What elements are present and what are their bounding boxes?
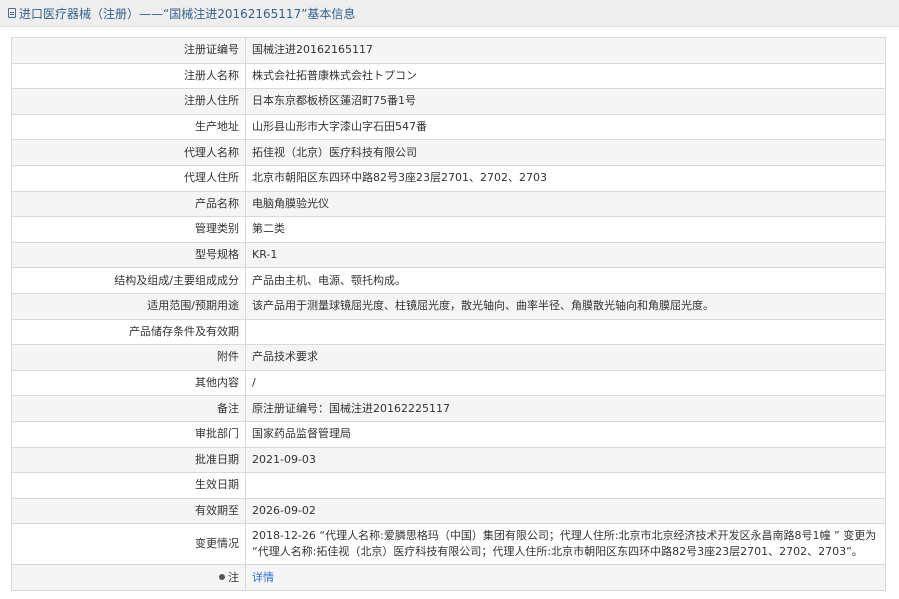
field-label: 产品储存条件及有效期 <box>11 318 246 346</box>
field-value: 2018-12-26 “代理人名称:爱膦思格玛（中国）集团有限公司；代理人住所:… <box>245 523 886 566</box>
field-value: 株式会社拓普康株式会社トプコン <box>245 62 886 90</box>
row-other-content: 其他内容 / <box>11 369 886 397</box>
field-label: 其他内容 <box>11 369 246 397</box>
row-agent-name: 代理人名称 拓佳视（北京）医疗科技有限公司 <box>11 139 886 166</box>
field-value: KR-1 <box>245 241 886 269</box>
row-note: 注 详情 <box>11 564 886 591</box>
field-value: 日本东京都板桥区蓮沼町75番1号 <box>245 88 886 115</box>
field-label: 型号规格 <box>11 241 246 269</box>
row-approval-date: 批准日期 2021-09-03 <box>11 446 886 474</box>
row-approval-department: 审批部门 国家药品监督管理局 <box>11 420 886 448</box>
field-value: 山形县山形市大字漆山字石田547番 <box>245 113 886 141</box>
field-value: / <box>245 369 886 397</box>
field-label: 结构及组成/主要组成成分 <box>11 267 246 294</box>
field-value: 产品技术要求 <box>245 344 886 371</box>
row-effective-date: 生效日期 <box>11 472 886 499</box>
row-product-name: 产品名称 电脑角膜验光仪 <box>11 190 886 218</box>
row-storage-validity: 产品储存条件及有效期 <box>11 318 886 346</box>
field-label: 审批部门 <box>11 420 246 448</box>
field-value: 国家药品监督管理局 <box>245 420 886 448</box>
field-value: 2021-09-03 <box>245 446 886 474</box>
note-icon <box>219 573 225 580</box>
row-model-spec: 型号规格 KR-1 <box>11 241 886 269</box>
row-agent-address: 代理人住所 北京市朝阳区东四环中路82号3座23层2701、2702、2703 <box>11 164 886 192</box>
row-production-address: 生产地址 山形县山形市大字漆山字石田547番 <box>11 113 886 141</box>
field-label: 生产地址 <box>11 113 246 141</box>
field-value: 2026-09-02 <box>245 497 886 525</box>
field-label: 注册证编号 <box>11 37 246 64</box>
field-label: 代理人名称 <box>11 139 246 166</box>
field-value: 原注册证编号：国械注进20162225117 <box>245 395 886 422</box>
page-title: 进口医疗器械（注册）——“国械注进20162165117”基本信息 <box>19 6 356 21</box>
field-label: 代理人住所 <box>11 164 246 192</box>
field-label: 管理类别 <box>11 216 246 243</box>
document-icon <box>8 8 16 18</box>
row-registrant-address: 注册人住所 日本东京都板桥区蓮沼町75番1号 <box>11 88 886 115</box>
field-label: 生效日期 <box>11 472 246 499</box>
info-panel: 注册证编号 国械注进20162165117 注册人名称 株式会社拓普康株式会社ト… <box>0 27 899 591</box>
field-label: 附件 <box>11 344 246 371</box>
field-value <box>245 318 886 346</box>
field-value: 电脑角膜验光仪 <box>245 190 886 218</box>
field-label: 注册人名称 <box>11 62 246 90</box>
row-management-category: 管理类别 第二类 <box>11 216 886 243</box>
info-table: 注册证编号 国械注进20162165117 注册人名称 株式会社拓普康株式会社ト… <box>11 37 886 591</box>
row-valid-until: 有效期至 2026-09-02 <box>11 497 886 525</box>
row-structure-composition: 结构及组成/主要组成成分 产品由主机、电源、颚托构成。 <box>11 267 886 294</box>
row-registration-number: 注册证编号 国械注进20162165117 <box>11 37 886 64</box>
field-label: 备注 <box>11 395 246 422</box>
field-value: 国械注进20162165117 <box>245 37 886 64</box>
field-label: 产品名称 <box>11 190 246 218</box>
field-value: 产品由主机、电源、颚托构成。 <box>245 267 886 294</box>
field-label: 变更情况 <box>11 523 246 566</box>
field-value <box>245 472 886 499</box>
details-link[interactable]: 详情 <box>252 571 274 584</box>
field-label: 注册人住所 <box>11 88 246 115</box>
field-label: 批准日期 <box>11 446 246 474</box>
note-label-cell: 注 <box>11 564 246 591</box>
field-value: 该产品用于测量球镜屈光度、柱镜屈光度，散光轴向、曲率半径、角膜散光轴向和角膜屈光… <box>245 292 886 320</box>
note-value-cell: 详情 <box>245 564 886 591</box>
field-value: 第二类 <box>245 216 886 243</box>
row-change-history: 变更情况 2018-12-26 “代理人名称:爱膦思格玛（中国）集团有限公司；代… <box>11 523 886 566</box>
page-header: 进口医疗器械（注册）——“国械注进20162165117”基本信息 <box>0 0 899 27</box>
field-value: 北京市朝阳区东四环中路82号3座23层2701、2702、2703 <box>245 164 886 192</box>
note-label: 注 <box>228 570 239 584</box>
row-attachment: 附件 产品技术要求 <box>11 344 886 371</box>
row-intended-use: 适用范围/预期用途 该产品用于测量球镜屈光度、柱镜屈光度，散光轴向、曲率半径、角… <box>11 292 886 320</box>
row-remarks: 备注 原注册证编号：国械注进20162225117 <box>11 395 886 422</box>
row-registrant-name: 注册人名称 株式会社拓普康株式会社トプコン <box>11 62 886 90</box>
field-value: 拓佳视（北京）医疗科技有限公司 <box>245 139 886 166</box>
field-label: 适用范围/预期用途 <box>11 292 246 320</box>
field-label: 有效期至 <box>11 497 246 525</box>
